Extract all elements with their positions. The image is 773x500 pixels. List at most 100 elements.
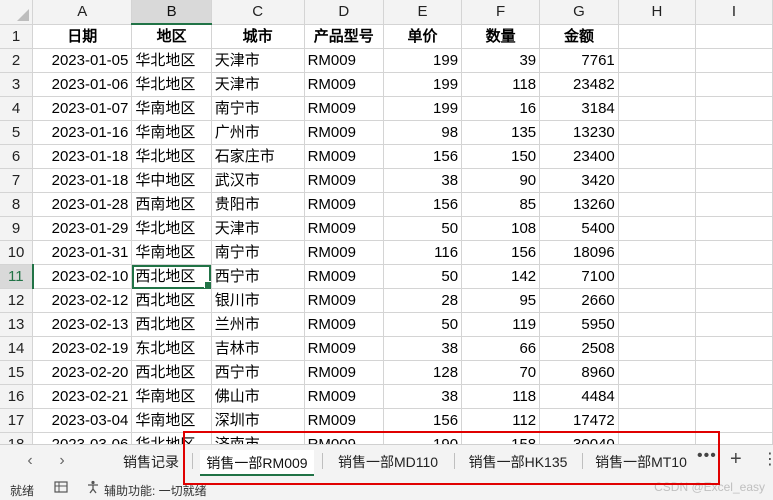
cell-a1[interactable]: 日期 <box>32 24 133 49</box>
cell-e7[interactable]: 38 <box>383 168 463 193</box>
cell-b10[interactable]: 华南地区 <box>131 240 212 265</box>
accessibility-status[interactable]: 辅助功能: 一切就绪 <box>104 482 207 499</box>
cell-a9[interactable]: 2023-01-29 <box>32 216 133 241</box>
cell-h1[interactable] <box>618 24 697 49</box>
cell-i3[interactable] <box>695 72 773 97</box>
row-header[interactable]: 14 <box>0 336 34 361</box>
cell-i12[interactable] <box>695 288 773 313</box>
cell-c16[interactable]: 佛山市 <box>211 384 305 409</box>
cell-b14[interactable]: 东北地区 <box>131 336 212 361</box>
column-header-b[interactable]: B <box>131 0 212 25</box>
cell-a2[interactable]: 2023-01-05 <box>32 48 133 73</box>
cell-i18[interactable] <box>695 432 773 444</box>
cell-a7[interactable]: 2023-01-18 <box>32 168 133 193</box>
cell-c3[interactable]: 天津市 <box>211 72 305 97</box>
cell-g15[interactable]: 8960 <box>539 360 619 385</box>
cell-g12[interactable]: 2660 <box>539 288 619 313</box>
cell-h12[interactable] <box>618 288 697 313</box>
accessibility-icon[interactable] <box>86 480 100 497</box>
cell-g18[interactable]: 30040 <box>539 432 619 444</box>
cell-g13[interactable]: 5950 <box>539 312 619 337</box>
cell-i13[interactable] <box>695 312 773 337</box>
cell-mode-icon[interactable] <box>54 480 68 497</box>
cell-d16[interactable]: RM009 <box>304 384 385 409</box>
cell-f6[interactable]: 150 <box>461 144 541 169</box>
cell-h13[interactable] <box>618 312 697 337</box>
cell-e6[interactable]: 156 <box>383 144 463 169</box>
row-header[interactable]: 8 <box>0 192 34 217</box>
cell-b11[interactable]: 西北地区 <box>131 264 212 289</box>
cell-f9[interactable]: 108 <box>461 216 541 241</box>
cell-b18[interactable]: 华北地区 <box>131 432 212 444</box>
cell-b17[interactable]: 华南地区 <box>131 408 212 433</box>
cell-e8[interactable]: 156 <box>383 192 463 217</box>
cell-e5[interactable]: 98 <box>383 120 463 145</box>
cell-d11[interactable]: RM009 <box>304 264 385 289</box>
cell-i2[interactable] <box>695 48 773 73</box>
cell-d6[interactable]: RM009 <box>304 144 385 169</box>
cell-g6[interactable]: 23400 <box>539 144 619 169</box>
cell-a12[interactable]: 2023-02-12 <box>32 288 133 313</box>
cell-g9[interactable]: 5400 <box>539 216 619 241</box>
cell-f2[interactable]: 39 <box>461 48 541 73</box>
cell-c6[interactable]: 石家庄市 <box>211 144 305 169</box>
column-header-e[interactable]: E <box>383 0 463 25</box>
cell-i5[interactable] <box>695 120 773 145</box>
cell-g1[interactable]: 金额 <box>539 24 619 49</box>
cell-i8[interactable] <box>695 192 773 217</box>
cell-e14[interactable]: 38 <box>383 336 463 361</box>
cell-c4[interactable]: 南宁市 <box>211 96 305 121</box>
cell-i6[interactable] <box>695 144 773 169</box>
cell-c15[interactable]: 西宁市 <box>211 360 305 385</box>
cell-f16[interactable]: 118 <box>461 384 541 409</box>
cell-c5[interactable]: 广州市 <box>211 120 305 145</box>
cell-e11[interactable]: 50 <box>383 264 463 289</box>
cell-f12[interactable]: 95 <box>461 288 541 313</box>
cell-f5[interactable]: 135 <box>461 120 541 145</box>
cell-h2[interactable] <box>618 48 697 73</box>
cell-b13[interactable]: 西北地区 <box>131 312 212 337</box>
cell-e16[interactable]: 38 <box>383 384 463 409</box>
cell-i1[interactable] <box>695 24 773 49</box>
cell-d13[interactable]: RM009 <box>304 312 385 337</box>
cell-a3[interactable]: 2023-01-06 <box>32 72 133 97</box>
cell-b9[interactable]: 华北地区 <box>131 216 212 241</box>
cell-f4[interactable]: 16 <box>461 96 541 121</box>
cell-a17[interactable]: 2023-03-04 <box>32 408 133 433</box>
cell-g10[interactable]: 18096 <box>539 240 619 265</box>
cell-h8[interactable] <box>618 192 697 217</box>
cell-h17[interactable] <box>618 408 697 433</box>
cell-c12[interactable]: 银川市 <box>211 288 305 313</box>
cell-d12[interactable]: RM009 <box>304 288 385 313</box>
row-header[interactable]: 1 <box>0 24 34 49</box>
row-header[interactable]: 13 <box>0 312 34 337</box>
cell-c8[interactable]: 贵阳市 <box>211 192 305 217</box>
cell-i10[interactable] <box>695 240 773 265</box>
row-header[interactable]: 18 <box>0 432 34 444</box>
cell-f15[interactable]: 70 <box>461 360 541 385</box>
tab-sales-rm009[interactable]: 销售一部RM009 <box>196 446 318 478</box>
column-header-h[interactable]: H <box>618 0 697 25</box>
cell-h18[interactable] <box>618 432 697 444</box>
cell-d15[interactable]: RM009 <box>304 360 385 385</box>
cell-a13[interactable]: 2023-02-13 <box>32 312 133 337</box>
row-header[interactable]: 17 <box>0 408 34 433</box>
row-header[interactable]: 7 <box>0 168 34 193</box>
cell-h10[interactable] <box>618 240 697 265</box>
cell-b3[interactable]: 华北地区 <box>131 72 212 97</box>
cell-b8[interactable]: 西南地区 <box>131 192 212 217</box>
cell-i11[interactable] <box>695 264 773 289</box>
cell-c14[interactable]: 吉林市 <box>211 336 305 361</box>
next-sheet-icon[interactable]: › <box>52 451 72 471</box>
cell-d4[interactable]: RM009 <box>304 96 385 121</box>
cell-e3[interactable]: 199 <box>383 72 463 97</box>
cell-d10[interactable]: RM009 <box>304 240 385 265</box>
cell-a8[interactable]: 2023-01-28 <box>32 192 133 217</box>
cell-e4[interactable]: 199 <box>383 96 463 121</box>
cell-h14[interactable] <box>618 336 697 361</box>
cell-e10[interactable]: 116 <box>383 240 463 265</box>
cell-i15[interactable] <box>695 360 773 385</box>
cell-f13[interactable]: 119 <box>461 312 541 337</box>
cell-d9[interactable]: RM009 <box>304 216 385 241</box>
cell-e13[interactable]: 50 <box>383 312 463 337</box>
